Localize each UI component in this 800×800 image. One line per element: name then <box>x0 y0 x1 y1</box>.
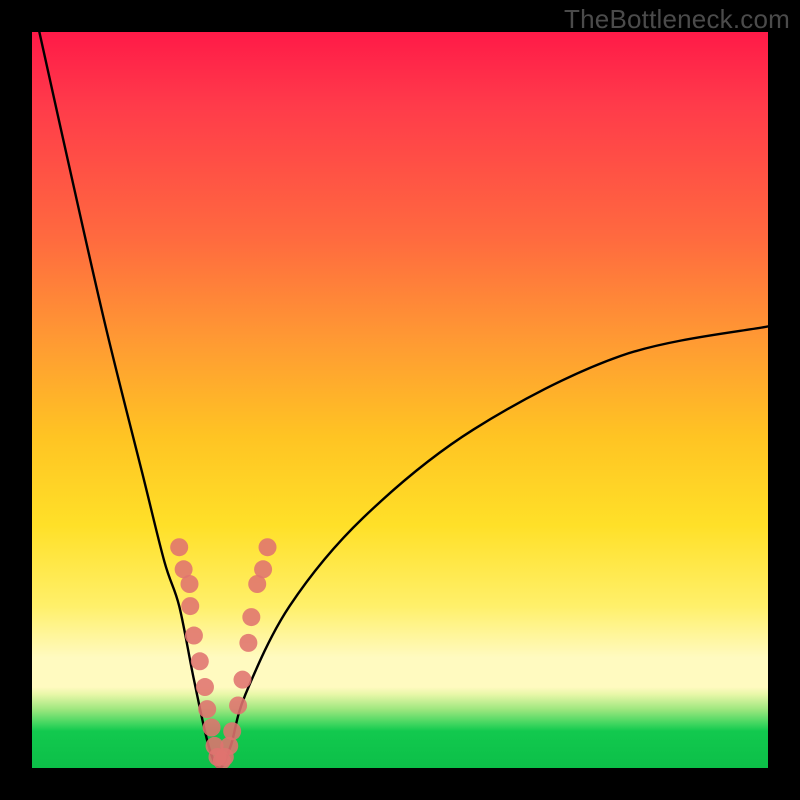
marker-dot <box>191 652 209 670</box>
marker-dot <box>196 678 214 696</box>
v-curve-path <box>39 32 768 768</box>
v-curve <box>39 32 768 768</box>
watermark-text: TheBottleneck.com <box>564 4 790 35</box>
marker-dot <box>181 597 199 615</box>
marker-dot <box>203 719 221 737</box>
chart-frame: TheBottleneck.com <box>0 0 800 800</box>
marker-dot <box>259 538 277 556</box>
marker-dot <box>223 722 241 740</box>
marker-dot <box>234 671 252 689</box>
marker-dot <box>181 575 199 593</box>
curve-svg <box>32 32 768 768</box>
marker-dot <box>242 608 260 626</box>
marker-dot <box>254 560 272 578</box>
marker-dot <box>198 700 216 718</box>
marker-dot <box>239 634 257 652</box>
marker-dot <box>229 696 247 714</box>
marker-dot <box>185 627 203 645</box>
plot-area <box>32 32 768 768</box>
marker-cluster <box>170 538 276 768</box>
marker-dot <box>170 538 188 556</box>
